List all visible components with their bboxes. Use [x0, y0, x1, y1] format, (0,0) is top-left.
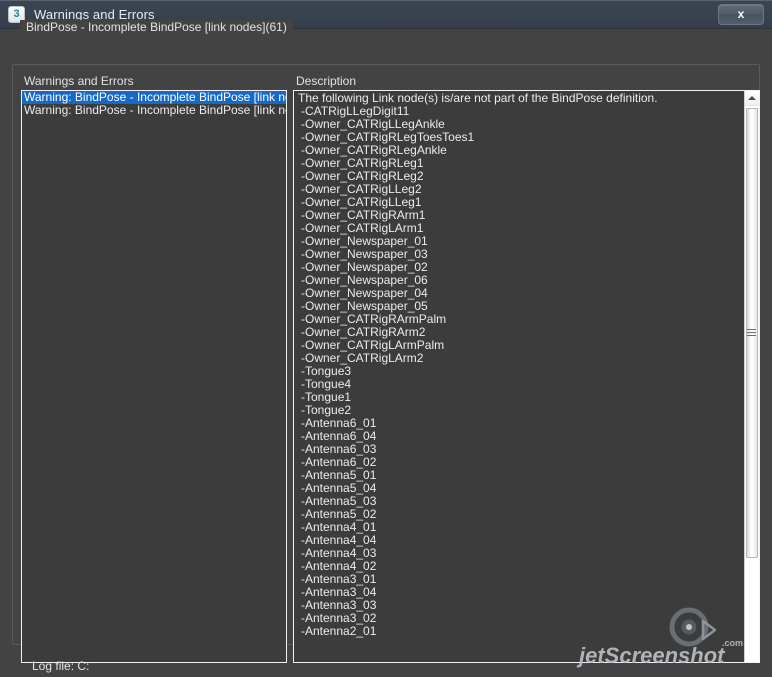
- description-node-item: -Tongue3: [301, 364, 352, 378]
- scrollbar-track[interactable]: [745, 106, 759, 662]
- description-content[interactable]: The following Link node(s) is/are not pa…: [294, 91, 744, 662]
- warnings-list-label: Warnings and Errors: [24, 74, 134, 88]
- warning-list-item[interactable]: Warning: BindPose - Incomplete BindPose …: [22, 91, 286, 104]
- description-node-item: -Tongue4: [301, 377, 352, 391]
- description-node-item: -Owner_CATRigLArm2: [301, 351, 424, 365]
- warnings-and-errors-window: 3 Warnings and Errors x BindPose - Incom…: [0, 0, 772, 677]
- scrollbar-grip-icon: [747, 329, 756, 337]
- description-scrollbar[interactable]: [744, 91, 759, 662]
- log-file-status: Log file: C:: [32, 659, 90, 673]
- group-box-title: BindPose - Incomplete BindPose [link nod…: [20, 20, 293, 34]
- description-node-item: -Antenna2_01: [301, 624, 377, 638]
- window-client-area: BindPose - Incomplete BindPose [link nod…: [0, 20, 772, 677]
- close-button[interactable]: x: [718, 3, 764, 25]
- warning-list-item[interactable]: Warning: BindPose - Incomplete BindPose …: [22, 104, 286, 117]
- description-label: Description: [296, 74, 357, 88]
- description-box: The following Link node(s) is/are not pa…: [293, 90, 760, 663]
- scroll-up-arrow-icon[interactable]: [745, 91, 759, 106]
- description-node-item: -Tongue1: [301, 390, 352, 404]
- warnings-list[interactable]: Warning: BindPose - Incomplete BindPose …: [21, 90, 287, 663]
- scrollbar-thumb[interactable]: [746, 108, 758, 559]
